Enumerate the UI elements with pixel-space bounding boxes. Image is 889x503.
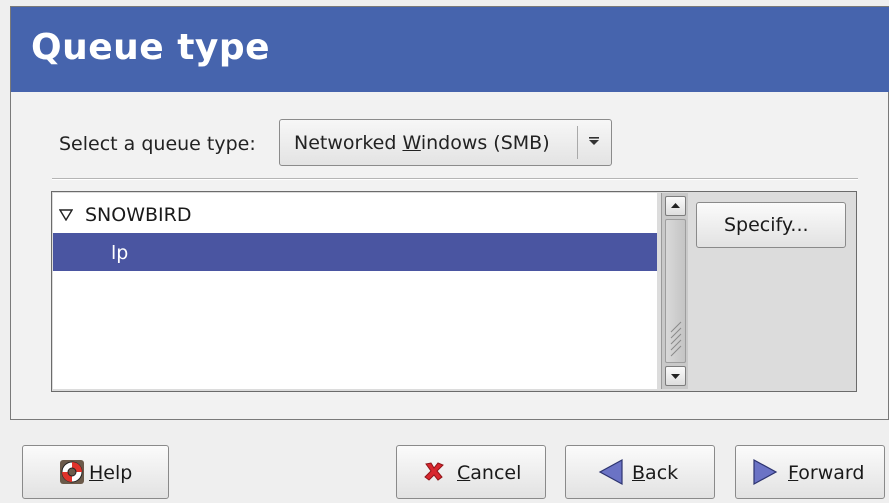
help-button-label: Help (89, 462, 133, 484)
tree-row-lp[interactable]: lp (53, 233, 657, 271)
forward-button[interactable]: Forward (735, 445, 885, 499)
cancel-button-label: Cancel (457, 462, 522, 484)
scroll-up-icon (671, 203, 680, 208)
scroll-down-button[interactable] (665, 366, 686, 386)
back-button-label: Back (632, 462, 679, 484)
forward-arrow-icon (753, 458, 778, 486)
tree-item-label: lp (111, 242, 129, 264)
queue-type-selected-value: Networked Windows (SMB) (294, 132, 550, 154)
back-arrow-icon (598, 458, 623, 486)
queue-tree-list[interactable]: SNOWBIRD lp (53, 193, 657, 389)
specify-button[interactable]: Specify... (696, 202, 846, 248)
queue-type-label: Select a queue type: (59, 133, 256, 155)
scroll-up-button[interactable] (665, 196, 686, 216)
back-button[interactable]: Back (565, 445, 715, 499)
header-banner: Queue type (11, 7, 889, 92)
scroll-down-icon (671, 374, 680, 379)
lifebuoy-icon (60, 460, 84, 484)
cancel-button[interactable]: Cancel (396, 445, 546, 499)
specify-button-label: Specify... (724, 214, 809, 236)
help-button[interactable]: Help (22, 445, 169, 499)
page-title: Queue type (31, 27, 271, 68)
vertical-scrollbar[interactable] (661, 193, 688, 389)
tree-item-label: SNOWBIRD (85, 204, 192, 226)
horizontal-separator (52, 178, 858, 180)
dropdown-arrow-icon[interactable] (584, 130, 604, 154)
queue-type-dialog: Queue type Select a queue type: Networke… (0, 0, 889, 503)
scroll-thumb[interactable] (665, 219, 686, 363)
expander-icon[interactable] (59, 209, 73, 221)
cancel-x-icon (424, 462, 444, 481)
grip-icon (670, 321, 682, 357)
select-separator (577, 126, 578, 159)
forward-button-label: Forward (788, 462, 865, 484)
tree-row-snowbird[interactable]: SNOWBIRD (53, 195, 657, 233)
queue-type-select[interactable]: Networked Windows (SMB) (279, 119, 612, 166)
